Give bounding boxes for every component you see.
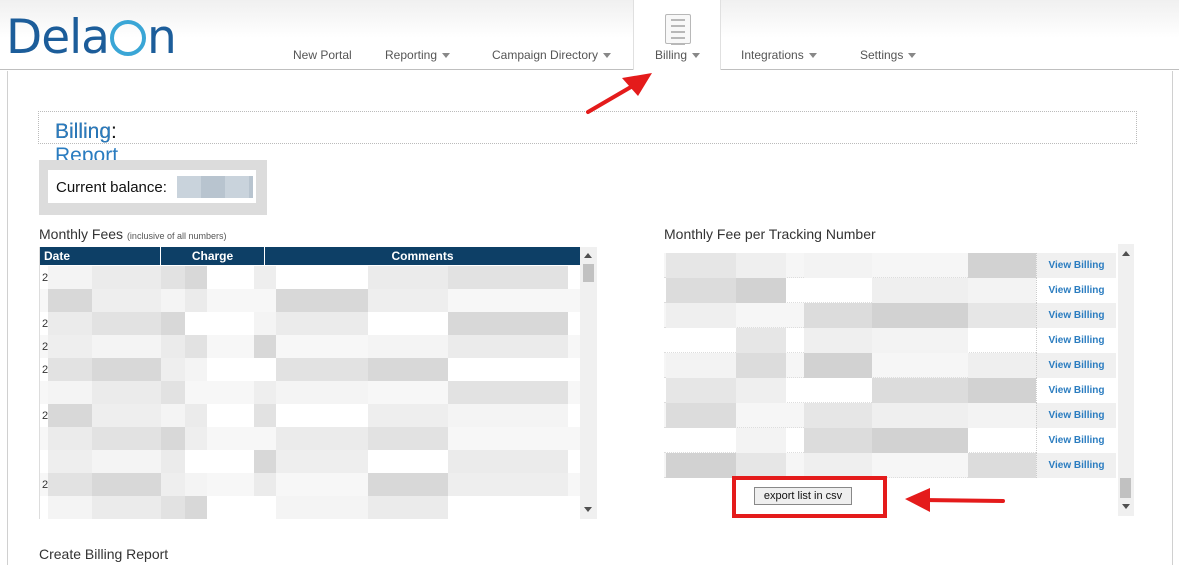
annotation-arrow-export — [905, 488, 1005, 512]
annotation-arrow-billing — [586, 73, 652, 114]
create-billing-report-heading: Create Billing Report — [39, 546, 169, 562]
annotation-arrows — [586, 73, 1005, 512]
